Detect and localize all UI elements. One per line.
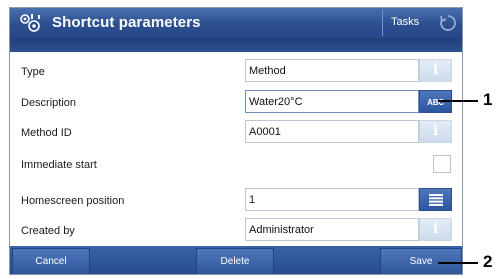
callout-number-2: 2 — [483, 252, 493, 271]
shortcut-parameters-icon — [20, 14, 40, 32]
info-icon: i — [432, 123, 439, 139]
description-row: Description Water20°C ABC — [10, 87, 462, 117]
homescreen-position-list-button[interactable] — [419, 188, 452, 211]
immediate-start-checkbox[interactable] — [433, 155, 451, 173]
tasks-button[interactable]: Tasks — [382, 10, 462, 36]
method-id-field: A0001 — [245, 120, 419, 143]
description-input[interactable]: Water20°C — [245, 90, 419, 113]
method-id-info-button[interactable]: i — [419, 120, 452, 143]
type-row: Type Method i — [10, 56, 462, 86]
created-by-label: Created by — [21, 225, 75, 237]
immediate-start-label: Immediate start — [21, 159, 97, 171]
created-by-row: Created by Administrator i — [10, 215, 462, 245]
immediate-start-row: Immediate start — [10, 149, 462, 179]
refresh-icon — [440, 15, 456, 31]
list-icon — [428, 194, 443, 206]
title-sub-bar — [10, 38, 462, 52]
delete-button[interactable]: Delete — [196, 248, 274, 274]
page-title: Shortcut parameters — [52, 14, 201, 31]
tasks-label: Tasks — [391, 16, 420, 28]
homescreen-position-label: Homescreen position — [21, 195, 125, 207]
type-info-button[interactable]: i — [419, 59, 452, 82]
title-bar: Shortcut parameters Tasks — [10, 8, 462, 38]
homescreen-position-field[interactable]: 1 — [245, 188, 419, 211]
type-label: Type — [21, 66, 45, 78]
created-by-field: Administrator — [245, 218, 419, 241]
info-icon: i — [432, 221, 439, 237]
callout-number-1: 1 — [483, 90, 493, 109]
type-field: Method — [245, 59, 419, 82]
bottom-bar: Cancel Delete Save — [10, 246, 462, 274]
info-icon: i — [432, 62, 439, 78]
callout-line-2 — [438, 262, 478, 264]
cancel-button[interactable]: Cancel — [12, 248, 90, 274]
method-id-label: Method ID — [21, 127, 72, 139]
method-id-row: Method ID A0001 i — [10, 117, 462, 147]
created-by-info-button[interactable]: i — [419, 218, 452, 241]
callout-line-1 — [438, 100, 478, 102]
homescreen-position-row: Homescreen position 1 — [10, 185, 462, 215]
shortcut-parameters-dialog: Shortcut parameters Tasks Type Method i … — [9, 7, 463, 275]
description-label: Description — [21, 97, 77, 109]
